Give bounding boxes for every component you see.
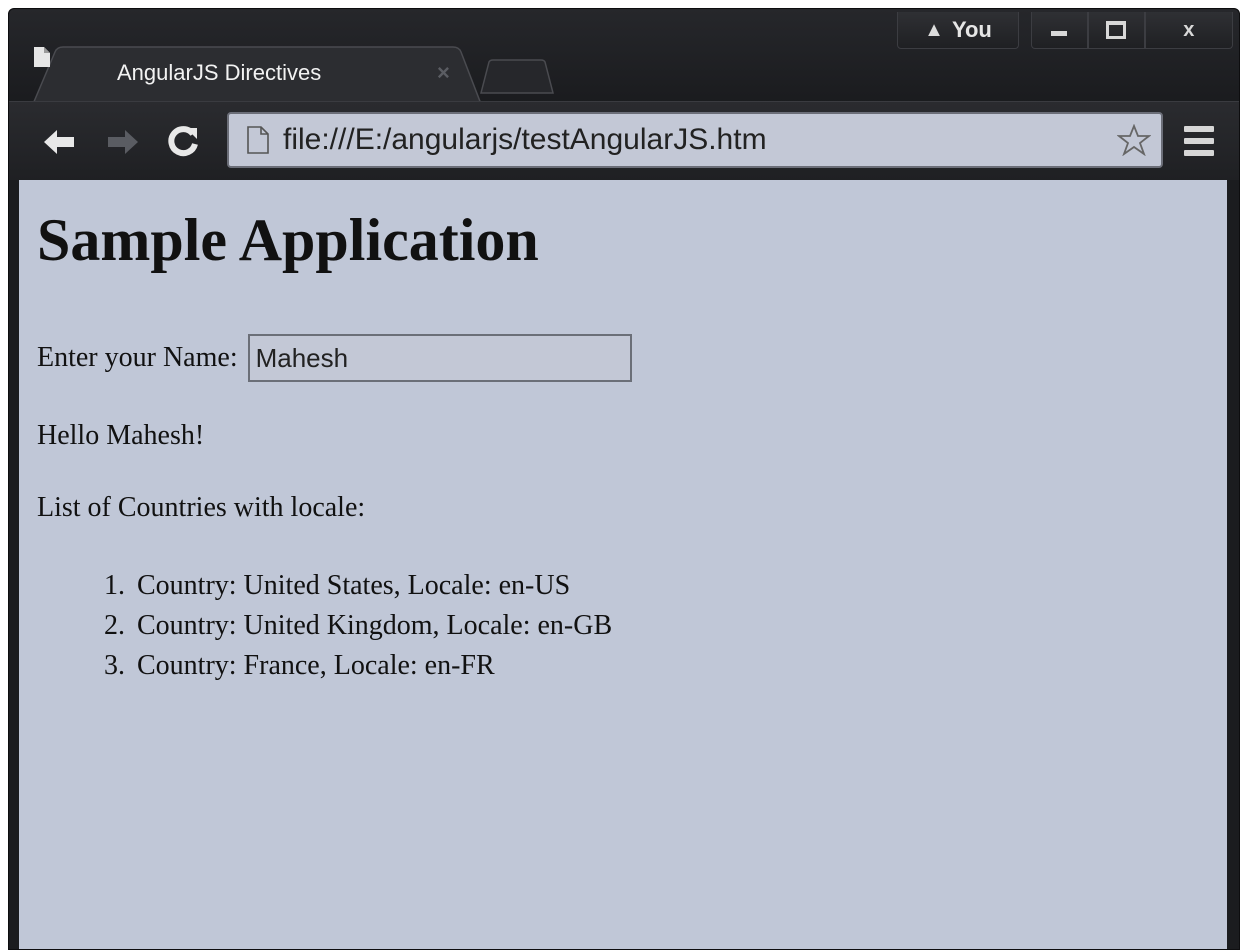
list-item-text: Country: France, Locale: en-FR — [137, 650, 495, 681]
new-tab-button[interactable] — [479, 59, 555, 95]
minimize-button[interactable] — [1031, 12, 1088, 49]
name-input[interactable] — [247, 334, 632, 382]
title-bar: ▲ You x AngularJS Directives × — [9, 9, 1239, 105]
close-window-button[interactable]: x — [1144, 12, 1233, 49]
greeting-text: Hello Mahesh! — [37, 420, 205, 451]
forward-button[interactable] — [103, 122, 143, 162]
address-bar[interactable]: file:///E:/angularjs/testAngularJS.htm — [227, 112, 1163, 168]
list-item-text: Country: United Kingdom, Locale: en-GB — [137, 610, 613, 641]
tab-close-icon[interactable]: × — [437, 60, 450, 86]
toolbar: file:///E:/angularjs/testAngularJS.htm — [9, 101, 1239, 180]
menu-bar — [1184, 138, 1214, 144]
close-window-label: x — [1183, 18, 1195, 41]
menu-bar — [1184, 126, 1214, 132]
list-number: 3. — [104, 650, 125, 681]
list-item: 2. Country: United Kingdom, Locale: en-G… — [37, 606, 612, 646]
list-title: List of Countries with locale: — [37, 492, 366, 523]
back-button[interactable] — [39, 122, 79, 162]
menu-icon[interactable] — [1181, 122, 1217, 160]
window-controls: x — [1031, 12, 1233, 49]
maximize-button[interactable] — [1087, 12, 1145, 49]
minimize-icon — [1051, 30, 1068, 36]
profile-label: You — [951, 17, 992, 42]
page-icon — [247, 126, 269, 154]
url-text: file:///E:/angularjs/testAngularJS.htm — [283, 123, 767, 156]
browser-window: ▲ You x AngularJS Directives × file:///E… — [8, 8, 1240, 950]
list-number: 2. — [104, 610, 125, 641]
forward-arrow-icon — [108, 130, 138, 154]
page-content: Sample Application Enter your Name: Hell… — [19, 180, 1227, 949]
page-icon — [34, 47, 50, 67]
star-icon[interactable] — [1117, 124, 1151, 156]
list-item: 1. Country: United States, Locale: en-US — [37, 566, 612, 606]
reload-icon — [168, 126, 198, 157]
maximize-icon — [1106, 21, 1127, 39]
list-number: 1. — [104, 570, 125, 601]
name-row: Enter your Name: — [37, 334, 632, 382]
list-item-text: Country: United States, Locale: en-US — [137, 570, 571, 601]
reload-button[interactable] — [163, 122, 203, 162]
country-list: 1. Country: United States, Locale: en-US… — [37, 566, 612, 686]
page-heading: Sample Application — [37, 207, 539, 273]
profile-button[interactable]: ▲ You — [897, 12, 1019, 49]
menu-bar — [1184, 150, 1214, 156]
tab-title: AngularJS Directives — [117, 60, 322, 85]
list-item: 3. Country: France, Locale: en-FR — [37, 646, 612, 686]
tab-active[interactable]: AngularJS Directives × — [33, 46, 481, 104]
warning-icon: ▲ — [924, 18, 944, 41]
name-label: Enter your Name: — [37, 342, 238, 373]
back-arrow-icon — [44, 130, 74, 154]
